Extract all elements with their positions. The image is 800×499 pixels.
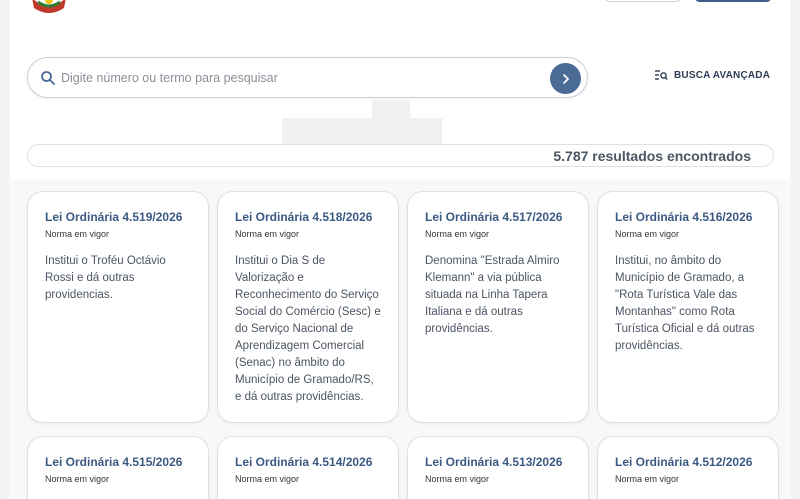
law-card[interactable]: Lei Ordinária 4.513/2026 Norma em vigor bbox=[407, 436, 589, 499]
law-status: Norma em vigor bbox=[615, 229, 680, 239]
law-card[interactable]: Lei Ordinária 4.518/2026 Norma em vigor … bbox=[217, 191, 399, 423]
law-card[interactable]: Lei Ordinária 4.517/2026 Norma em vigor … bbox=[407, 191, 589, 423]
law-status: Norma em vigor bbox=[45, 474, 110, 484]
law-status: Norma em vigor bbox=[425, 229, 490, 239]
advanced-search-label: BUSCA AVANÇADA bbox=[674, 69, 771, 81]
law-title[interactable]: Lei Ordinária 4.513/2026 bbox=[425, 454, 571, 470]
law-status: Norma em vigor bbox=[615, 474, 680, 484]
search-icon bbox=[41, 71, 55, 85]
search-input[interactable] bbox=[61, 68, 541, 88]
law-status: Norma em vigor bbox=[45, 229, 110, 239]
law-card[interactable]: Lei Ordinária 4.515/2026 Norma em vigor bbox=[27, 436, 209, 499]
law-card[interactable]: Lei Ordinária 4.519/2026 Norma em vigor … bbox=[27, 191, 209, 423]
background-shape bbox=[372, 100, 410, 120]
filter-search-icon bbox=[655, 70, 668, 80]
search-submit-button[interactable] bbox=[550, 63, 581, 94]
advanced-search-link[interactable]: BUSCA AVANÇADA bbox=[654, 69, 770, 81]
law-description: Institui o Troféu Octávio Rossi e dá out… bbox=[45, 255, 166, 301]
law-title[interactable]: Lei Ordinária 4.516/2026 bbox=[615, 209, 761, 225]
law-status: Norma em vigor bbox=[425, 474, 490, 484]
search-bar bbox=[27, 57, 588, 98]
logo-icon bbox=[32, 0, 66, 13]
law-description: Institui o Dia S de Valorização e Reconh… bbox=[235, 255, 381, 403]
law-card[interactable]: Lei Ordinária 4.512/2026 Norma em vigor bbox=[597, 436, 779, 499]
law-title[interactable]: Lei Ordinária 4.514/2026 bbox=[235, 454, 381, 470]
chevron-right-icon bbox=[562, 73, 569, 84]
law-title[interactable]: Lei Ordinária 4.517/2026 bbox=[425, 209, 571, 225]
header-button-secondary[interactable] bbox=[604, 0, 682, 2]
law-card[interactable]: Lei Ordinária 4.514/2026 Norma em vigor bbox=[217, 436, 399, 499]
page-container: BUSCA AVANÇADA 5.787 resultados encontra… bbox=[10, 0, 790, 499]
law-title[interactable]: Lei Ordinária 4.519/2026 bbox=[45, 209, 191, 225]
law-status: Norma em vigor bbox=[235, 474, 300, 484]
law-title[interactable]: Lei Ordinária 4.512/2026 bbox=[615, 454, 761, 470]
background-shape bbox=[282, 118, 442, 144]
law-title[interactable]: Lei Ordinária 4.518/2026 bbox=[235, 209, 381, 225]
results-count: 5.787 resultados encontrados bbox=[553, 148, 751, 164]
results-bar: 5.787 resultados encontrados bbox=[27, 144, 774, 167]
law-title[interactable]: Lei Ordinária 4.515/2026 bbox=[45, 454, 191, 470]
header-button-primary[interactable] bbox=[694, 0, 772, 2]
law-card[interactable]: Lei Ordinária 4.516/2026 Norma em vigor … bbox=[597, 191, 779, 423]
law-status: Norma em vigor bbox=[235, 229, 300, 239]
law-description: Denomina "Estrada Almiro Klemann" a via … bbox=[425, 255, 560, 335]
law-description: Institui, no âmbito do Município de Gram… bbox=[615, 255, 755, 352]
